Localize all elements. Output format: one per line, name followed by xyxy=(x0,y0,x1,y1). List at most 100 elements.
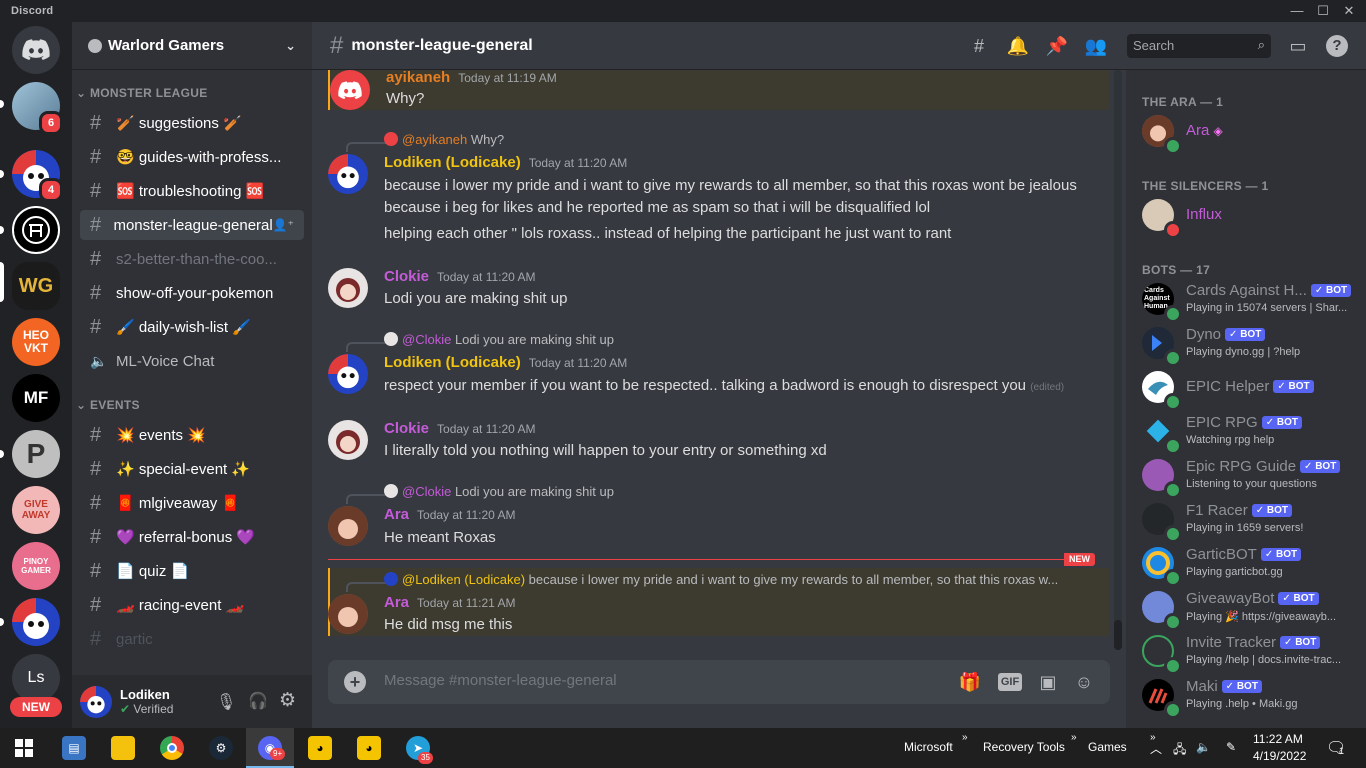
add-attachment-icon[interactable]: + xyxy=(344,671,366,693)
channel-gartic[interactable]: # gartic xyxy=(80,624,304,654)
bell-icon[interactable]: 🔔 xyxy=(1006,36,1030,56)
add-member-icon[interactable]: 👤⁺ xyxy=(273,218,294,232)
category-monster-league[interactable]: ⌄ MONSTER LEAGUE xyxy=(76,86,208,100)
reply-preview[interactable]: @Clokie Lodi you are making shit up xyxy=(384,484,1064,499)
sticker-icon[interactable]: ▣ xyxy=(1036,670,1060,694)
gif-button[interactable]: GIF xyxy=(998,673,1022,691)
volume-icon[interactable]: 🔈 xyxy=(1196,740,1211,754)
channel-show-off[interactable]: # show-off-your-pokemon xyxy=(80,278,304,308)
reply-preview[interactable]: @Lodiken (Lodicake) because i lower my p… xyxy=(384,572,1064,587)
channel-suggestions[interactable]: # 🏏 suggestions 🏏 xyxy=(80,108,304,138)
message-author[interactable]: ayikaneh Today at 11:19 AM xyxy=(386,70,557,86)
scrollbar-thumb[interactable] xyxy=(1114,620,1122,650)
channel-monster-league-general[interactable]: # monster-league-general 👤⁺ xyxy=(80,210,304,240)
channel-special-event[interactable]: # ✨ special-event ✨ xyxy=(80,454,304,484)
server-icon-8[interactable]: GIVE AWAY xyxy=(12,486,60,534)
chrome-icon[interactable] xyxy=(160,736,184,760)
threads-icon[interactable]: # xyxy=(967,36,991,56)
message-author[interactable]: Lodiken (Lodicake) Today at 11:20 AM xyxy=(384,354,627,371)
member-item[interactable]: EPIC Helper ✓ BOT xyxy=(1134,366,1362,411)
toolbar-microsoft[interactable]: Microsoft xyxy=(904,740,953,754)
app-icon[interactable]: ▤ xyxy=(62,736,86,760)
gift-icon[interactable]: 🎁 xyxy=(958,670,982,694)
message-author[interactable]: Lodiken (Lodicake) Today at 11:20 AM xyxy=(384,154,627,171)
game-launcher-icon[interactable]: ◕ xyxy=(308,736,332,760)
emoji-icon[interactable]: ☺ xyxy=(1072,670,1096,694)
member-item[interactable]: Epic RPG Guide ✓ BOT Listening to your qu… xyxy=(1134,454,1362,499)
network-icon[interactable]: 🖧 xyxy=(1173,740,1186,761)
channel-ml-voice-chat[interactable]: 🔈 ML-Voice Chat xyxy=(80,346,304,376)
channel-quiz[interactable]: # 📄 quiz 📄 xyxy=(80,556,304,586)
member-item[interactable]: GarticBOT ✓ BOT Playing garticbot.gg xyxy=(1134,542,1362,587)
toolbar-games[interactable]: Games xyxy=(1088,740,1127,754)
game-launcher-icon[interactable]: ◕ xyxy=(357,736,381,760)
member-item[interactable]: Dyno ✓ BOT Playing dyno.gg | ?help xyxy=(1134,322,1362,367)
message-author[interactable]: Clokie Today at 11:20 AM xyxy=(384,420,536,437)
reply-preview[interactable]: @Clokie Lodi you are making shit up xyxy=(384,332,1064,347)
pin-icon[interactable]: 📌 xyxy=(1045,36,1069,56)
server-icon-3[interactable] xyxy=(12,206,60,254)
message-composer[interactable]: + Message #monster-league-general 🎁 GIF … xyxy=(328,660,1110,704)
member-item[interactable]: Invite Tracker ✓ BOT Playing /help | docs… xyxy=(1134,630,1362,675)
scrollbar-track[interactable] xyxy=(1114,70,1122,650)
avatar[interactable] xyxy=(328,154,368,194)
tray-chevron-up-icon[interactable]: ︿ xyxy=(1150,740,1162,757)
member-item[interactable]: Ara ◈ xyxy=(1134,110,1362,155)
channel-referral-bonus[interactable]: # 💜 referral-bonus 💜 xyxy=(80,522,304,552)
avatar[interactable] xyxy=(328,354,368,394)
pen-icon[interactable]: ✎ xyxy=(1226,740,1236,754)
member-group-title: THE SILENCERS — 1 xyxy=(1142,179,1269,193)
message-input[interactable]: Message #monster-league-general xyxy=(384,672,617,689)
home-button[interactable] xyxy=(12,26,60,74)
channel-events[interactable]: # 💥 events 💥 xyxy=(80,420,304,450)
member-item[interactable]: F1 Racer ✓ BOT Playing in 1659 servers! xyxy=(1134,498,1362,543)
channel-mlgiveaway[interactable]: # 🧧 mlgiveaway 🧧 xyxy=(80,488,304,518)
channel-troubleshooting[interactable]: # 🆘 troubleshooting 🆘 xyxy=(80,176,304,206)
member-item[interactable]: EPIC RPG ✓ BOT Watching rpg help xyxy=(1134,410,1362,455)
server-icon-6[interactable]: MF xyxy=(12,374,60,422)
channel-daily-wish-list[interactable]: # 🖌️ daily-wish-list 🖌️ xyxy=(80,312,304,342)
avatar[interactable] xyxy=(80,685,112,718)
reply-preview[interactable]: @ayikaneh Why? xyxy=(384,132,1064,147)
avatar xyxy=(384,572,398,586)
discord-taskbar-button[interactable]: ◉ 9+ xyxy=(246,728,294,768)
avatar[interactable] xyxy=(328,420,368,460)
server-icon-5[interactable]: HEO VKT xyxy=(12,318,60,366)
message-author[interactable]: Clokie Today at 11:20 AM xyxy=(384,268,536,285)
channel-s2-better[interactable]: # s2-better-than-the-coo... xyxy=(80,244,304,274)
file-explorer-icon[interactable] xyxy=(111,736,135,760)
member-item[interactable]: Influx xyxy=(1134,194,1362,239)
server-icon-10[interactable] xyxy=(12,598,60,646)
server-icon-11[interactable]: Ls xyxy=(12,654,60,702)
message-author[interactable]: Ara Today at 11:21 AM xyxy=(384,594,516,611)
channel-racing-event[interactable]: # 🏎️ racing-event 🏎️ xyxy=(80,590,304,620)
member-item[interactable]: GiveawayBot ✓ BOT Playing 🎉 https://givea… xyxy=(1134,586,1362,631)
avatar[interactable] xyxy=(328,506,368,546)
message-author[interactable]: Ara Today at 11:20 AM xyxy=(384,506,516,523)
help-icon[interactable]: ? xyxy=(1326,35,1348,57)
category-events[interactable]: ⌄ EVENTS xyxy=(76,398,140,412)
server-icon-9[interactable]: PINOY GAMER xyxy=(12,542,60,590)
member-item[interactable]: Maki ✓ BOT Playing .help • Maki.gg xyxy=(1134,674,1362,719)
member-item[interactable]: Cards Against Human Cards Against H... ✓ … xyxy=(1134,278,1362,323)
steam-icon[interactable]: ⚙ xyxy=(209,736,233,760)
member-list-icon[interactable]: 👥 xyxy=(1084,36,1108,56)
toolbar-recovery-tools[interactable]: Recovery Tools xyxy=(983,740,1065,754)
inbox-icon[interactable]: ▭ xyxy=(1286,36,1310,56)
headphones-icon[interactable]: 🎧 xyxy=(248,691,268,711)
search-input[interactable]: Search ⌕ xyxy=(1127,34,1271,58)
server-warlord-gamers[interactable]: WG xyxy=(12,262,60,310)
windows-start-icon[interactable] xyxy=(12,736,36,760)
gear-icon[interactable]: ⚙ xyxy=(279,689,296,712)
clock-date[interactable]: 4/19/2022 xyxy=(1253,749,1306,763)
microphone-icon[interactable]: 🎙 xyxy=(216,692,236,712)
hash-icon: # xyxy=(90,145,102,168)
guild-header[interactable]: Warlord Gamers ⌄ xyxy=(72,22,312,70)
channel-guides[interactable]: # 🤓 guides-with-profess... xyxy=(80,142,304,172)
close-button[interactable]: ✕ xyxy=(1332,0,1366,22)
avatar[interactable] xyxy=(328,594,368,634)
avatar[interactable] xyxy=(330,70,370,110)
clock-time[interactable]: 11:22 AM xyxy=(1253,732,1303,746)
server-icon-7[interactable]: P xyxy=(12,430,60,478)
avatar[interactable] xyxy=(328,268,368,308)
